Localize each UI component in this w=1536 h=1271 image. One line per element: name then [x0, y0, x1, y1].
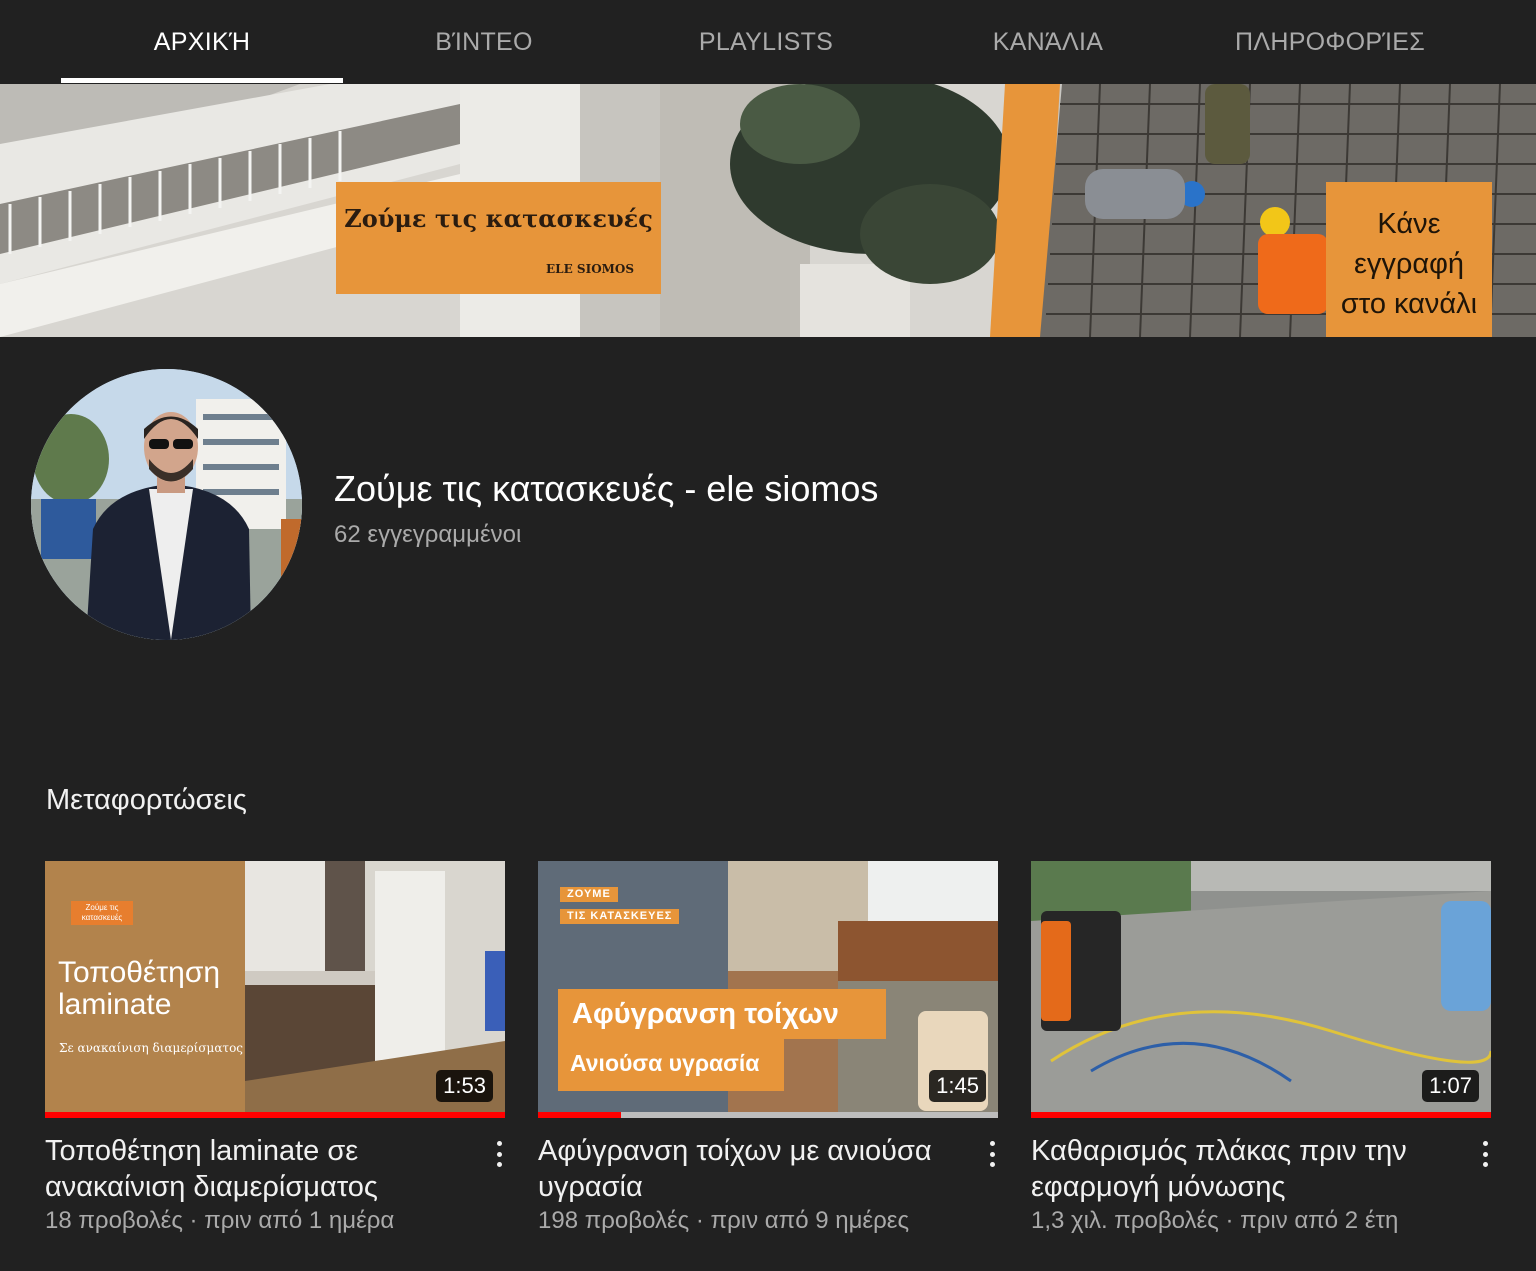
banner-image: [0, 84, 1536, 337]
more-options-icon[interactable]: [1475, 1139, 1495, 1169]
thumbnail-tag-1: ΖΟΥΜΕ: [560, 887, 618, 902]
video-title[interactable]: Καθαρισμός πλάκας πριν την εφαρμογή μόνω…: [1031, 1133, 1451, 1205]
watch-progress: [538, 1112, 621, 1118]
thumbnail-tag-2: ΤΙΣ ΚΑΤΑΣΚΕΥΕΣ: [560, 909, 680, 924]
channel-tabs: ΑΡΧΙΚΉ ΒΊΝΤΕΟ PLAYLISTS ΚΑΝΆΛΙΑ ΠΛΗΡΟΦΟΡ…: [0, 0, 1536, 84]
video-card[interactable]: Ζούμε τις κατασκευές Τοποθέτηση laminate…: [45, 861, 505, 1234]
video-meta: 18 προβολές · πριν από 1 ημέρα: [45, 1207, 395, 1234]
tab-playlists[interactable]: PLAYLISTS: [625, 0, 907, 84]
video-card[interactable]: 1:07 Καθαρισμός πλάκας πριν την εφαρμογή…: [1031, 861, 1491, 1234]
thumbnail-headline: Αφύγρανση τοίχων: [558, 989, 886, 1039]
thumbnail-subheadline: Σε ανακαίνιση διαμερίσματος: [59, 1041, 244, 1055]
thumbnail-headline: Τοποθέτηση laminate: [58, 956, 221, 1021]
video-thumbnail[interactable]: 1:07: [1031, 861, 1491, 1118]
video-duration: 1:53: [436, 1070, 493, 1102]
tab-channels[interactable]: ΚΑΝΆΛΙΑ: [907, 0, 1189, 84]
banner-subtitle: ELE SIOMOS: [546, 262, 635, 276]
tab-about[interactable]: ΠΛΗΡΟΦΟΡΊΕΣ: [1189, 0, 1471, 84]
channel-name: Ζούμε τις κατασκευές - ele siomos: [334, 468, 879, 509]
subscriber-count: 62 εγγεγραμμένοι: [334, 521, 522, 548]
video-meta: 198 προβολές · πριν από 9 ημέρες: [538, 1207, 910, 1234]
avatar-image: [31, 369, 302, 640]
tab-home[interactable]: ΑΡΧΙΚΉ: [61, 0, 343, 84]
more-options-icon[interactable]: [489, 1139, 509, 1169]
video-card[interactable]: ΖΟΥΜΕ ΤΙΣ ΚΑΤΑΣΚΕΥΕΣ Αφύγρανση τοίχων Αν…: [538, 861, 998, 1234]
active-tab-indicator: [61, 78, 343, 83]
tab-videos[interactable]: ΒΊΝΤΕΟ: [343, 0, 625, 84]
video-meta: 1,3 χιλ. προβολές · πριν από 2 έτη: [1031, 1207, 1399, 1234]
video-thumbnail[interactable]: ΖΟΥΜΕ ΤΙΣ ΚΑΤΑΣΚΕΥΕΣ Αφύγρανση τοίχων Αν…: [538, 861, 998, 1118]
video-duration: 1:45: [929, 1070, 986, 1102]
banner-title-box: Ζούμε τις κατασκευές ELE SIOMOS: [336, 182, 661, 294]
channel-banner: Ζούμε τις κατασκευές ELE SIOMOS Κάνε εγγ…: [0, 84, 1536, 337]
channel-avatar[interactable]: [31, 369, 302, 640]
banner-subscribe-text: Κάνε εγγραφή στο κανάλι: [1340, 207, 1478, 320]
video-duration: 1:07: [1422, 1070, 1479, 1102]
banner-subscribe-box: Κάνε εγγραφή στο κανάλι: [1326, 182, 1492, 337]
more-options-icon[interactable]: [982, 1139, 1002, 1169]
thumbnail-tag: Ζούμε τις κατασκευές: [71, 901, 133, 925]
video-title[interactable]: Αφύγρανση τοίχων με ανιούσα υγρασία: [538, 1133, 958, 1205]
watch-progress: [45, 1112, 505, 1118]
section-title-uploads[interactable]: Μεταφορτώσεις: [46, 784, 247, 817]
video-title[interactable]: Τοποθέτηση laminate σε ανακαίνιση διαμερ…: [45, 1133, 465, 1205]
watch-progress: [1031, 1112, 1491, 1118]
banner-title: Ζούμε τις κατασκευές: [344, 204, 653, 233]
video-thumbnail[interactable]: Ζούμε τις κατασκευές Τοποθέτηση laminate…: [45, 861, 505, 1118]
thumbnail-subheadline: Ανιούσα υγρασία: [558, 1039, 784, 1091]
